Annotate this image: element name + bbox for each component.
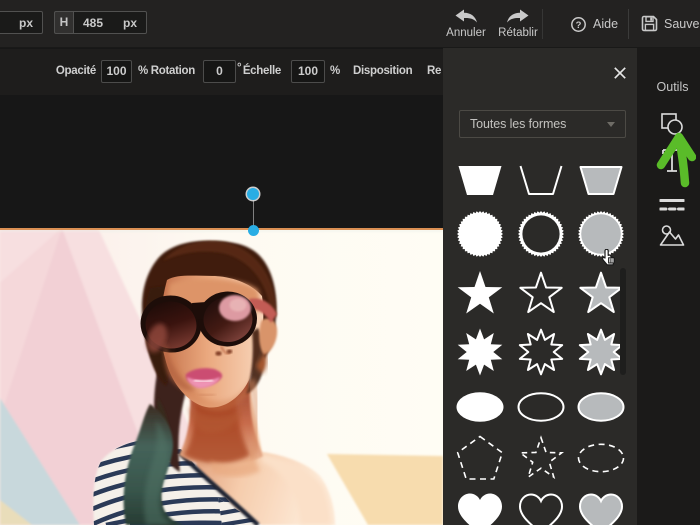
svg-text:?: ? xyxy=(576,20,582,31)
